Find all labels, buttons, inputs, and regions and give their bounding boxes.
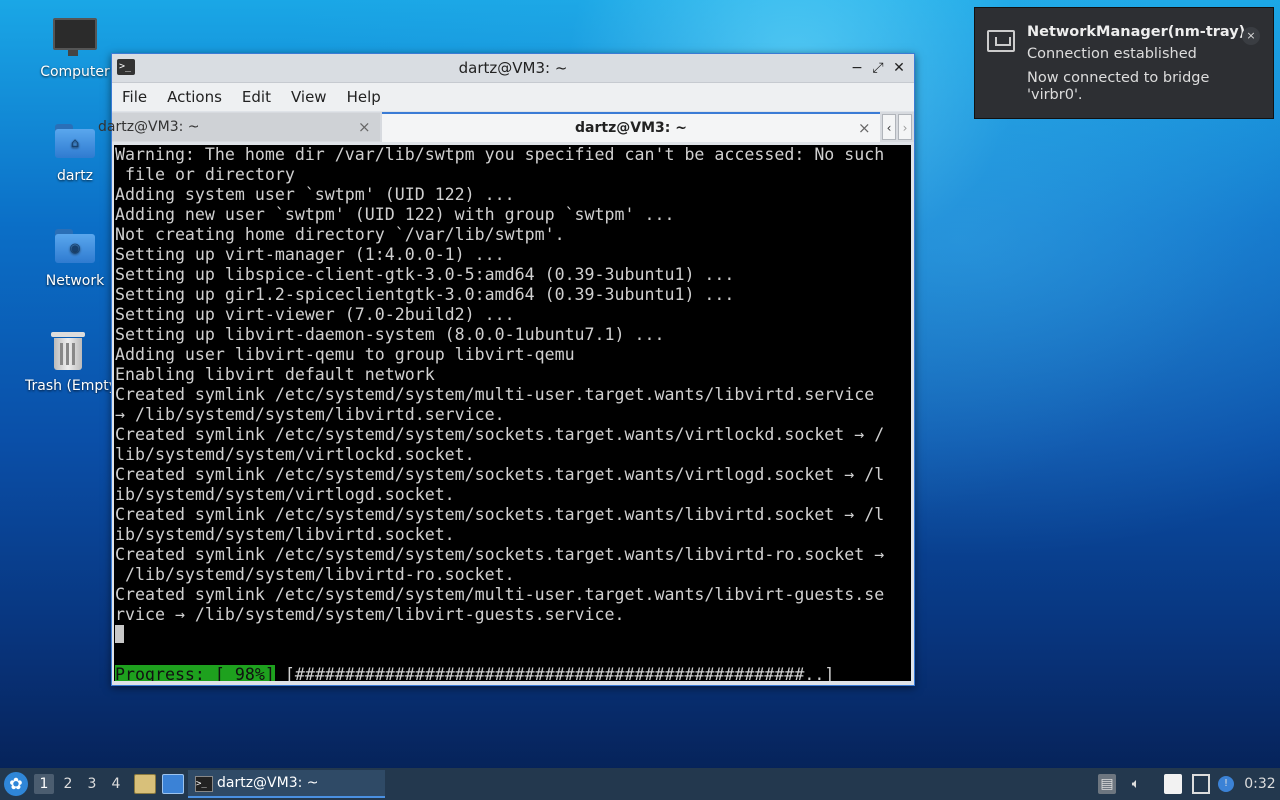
terminal-line: Adding system user `swtpm' (UID 122) ... <box>115 185 515 204</box>
notification-summary: Connection established <box>1027 46 1197 62</box>
terminal-line: ib/systemd/system/libvirtd.socket. <box>115 525 455 544</box>
taskbar: ✿ 1 2 3 4 >_ dartz@VM3: ~ ▤ 🔈︎ ! 0:32 <box>0 768 1280 800</box>
menu-file[interactable]: File <box>112 83 157 111</box>
workspace-1[interactable]: 1 <box>34 774 54 794</box>
tab-label: dartz@VM3: ~ <box>98 119 200 135</box>
terminal-cursor-line <box>114 625 911 645</box>
notification-popup[interactable]: NetworkManager(nm-tray) Connection estab… <box>974 7 1274 119</box>
terminal-line: Setting up virt-manager (1:4.0.0-1) ... <box>115 245 505 264</box>
window-titlebar[interactable]: >_ dartz@VM3: ~ − ⤢ ✕ <box>112 54 914 83</box>
home-folder-icon: ⌂ <box>55 124 95 158</box>
network-folder-icon: ◉ <box>55 229 95 263</box>
progress-line: Progress: [ 98%] [######################… <box>114 665 911 681</box>
terminal-line: Enabling libvirt default network <box>115 365 435 384</box>
terminal-line: Created symlink /etc/systemd/system/sock… <box>115 425 885 444</box>
clipboard-icon[interactable] <box>1164 774 1182 794</box>
terminal-line: Setting up libvirt-daemon-system (8.0.0-… <box>115 325 665 344</box>
terminal-line: file or directory <box>115 165 295 184</box>
terminal-icon: >_ <box>195 776 213 792</box>
package-update-icon[interactable]: ▤ <box>1098 774 1116 794</box>
terminal-line: Not creating home directory `/var/lib/sw… <box>115 225 565 244</box>
terminal-line: Created symlink /etc/systemd/system/sock… <box>115 465 885 484</box>
volume-icon[interactable]: 🔈︎ <box>1126 774 1146 794</box>
terminal-window: >_ dartz@VM3: ~ − ⤢ ✕ File Actions Edit Vie… <box>98 53 915 686</box>
terminal-line: Created symlink /etc/systemd/system/sock… <box>115 505 885 524</box>
notification-message: Now connected to bridge 'virbr0'. <box>1027 70 1210 103</box>
menu-bar: File Actions Edit View Help <box>112 83 914 111</box>
network-icon[interactable] <box>1192 774 1210 794</box>
taskbar-item-terminal[interactable]: >_ dartz@VM3: ~ <box>188 770 385 798</box>
show-desktop-icon[interactable] <box>162 774 184 794</box>
minimize-button[interactable]: − <box>847 58 867 78</box>
terminal-output[interactable]: Warning: The home dir /var/lib/swtpm you… <box>114 145 911 681</box>
terminal-line: Setting up virt-viewer (7.0-2build2) ... <box>115 305 515 324</box>
terminal-line: Setting up gir1.2-spiceclientgtk-3.0:amd… <box>115 285 735 304</box>
computer-icon <box>53 18 97 56</box>
trash-icon <box>51 330 85 370</box>
start-menu-icon[interactable]: ✿ <box>4 772 28 796</box>
terminal-line: /lib/systemd/system/libvirtd-ro.socket. <box>115 565 515 584</box>
tab-label: dartz@VM3: ~ <box>575 120 687 136</box>
notification-close-icon[interactable]: × <box>1242 27 1260 45</box>
workspace-4[interactable]: 4 <box>106 774 126 794</box>
progress-line <box>114 645 911 665</box>
terminal-line: Warning: The home dir /var/lib/swtpm you… <box>115 145 885 164</box>
terminal-line: Setting up libspice-client-gtk-3.0-5:amd… <box>115 265 735 284</box>
menu-help[interactable]: Help <box>337 83 391 111</box>
terminal-line: ib/systemd/system/virtlogd.socket. <box>115 485 455 504</box>
desktop-icon-label: Trash (Empty) <box>25 378 111 394</box>
network-wired-icon <box>987 30 1015 52</box>
desktop-icon-computer[interactable]: Computer <box>25 18 125 80</box>
desktop-icon-label: Computer <box>40 64 110 80</box>
terminal-line: lib/systemd/system/virtlockd.socket. <box>115 445 475 464</box>
cursor <box>115 625 124 643</box>
window-title: dartz@VM3: ~ <box>458 59 568 77</box>
desktop-icon-trash[interactable]: Trash (Empty) <box>25 330 111 394</box>
terminal-line: rvice → /lib/systemd/system/libvirt-gues… <box>115 605 625 624</box>
desktop-icon-label: Network <box>45 273 105 289</box>
terminal-line: Adding new user `swtpm' (UID 122) with g… <box>115 205 675 224</box>
terminal-line: Created symlink /etc/systemd/system/mult… <box>115 585 885 604</box>
menu-view[interactable]: View <box>281 83 337 111</box>
tab-scroll-right-icon[interactable]: › <box>898 114 912 140</box>
terminal-line: → /lib/systemd/system/libvirtd.service. <box>115 405 505 424</box>
menu-edit[interactable]: Edit <box>232 83 281 111</box>
notifications-icon[interactable]: ! <box>1218 776 1234 792</box>
close-button[interactable]: ✕ <box>889 58 909 78</box>
maximize-button[interactable]: ⤢ <box>868 58 888 78</box>
progress-label: Progress: [ 98%] <box>115 665 275 681</box>
tab-inactive[interactable]: dartz@VM3: ~ × <box>98 113 380 141</box>
menu-actions[interactable]: Actions <box>157 83 232 111</box>
tab-scroll-left-icon[interactable]: ‹ <box>882 114 896 140</box>
notification-title: NetworkManager(nm-tray) <box>1027 24 1246 40</box>
terminal-line: Adding user libvirt-qemu to group libvir… <box>115 345 575 364</box>
tab-active[interactable]: dartz@VM3: ~ × <box>382 112 880 142</box>
clock[interactable]: 0:32 <box>1242 774 1278 794</box>
file-manager-icon[interactable] <box>134 774 156 794</box>
workspace-3[interactable]: 3 <box>82 774 102 794</box>
terminal-line: Created symlink /etc/systemd/system/mult… <box>115 385 875 404</box>
tab-bar: dartz@VM3: ~ × dartz@VM3: ~ × ‹ › <box>98 112 914 142</box>
tab-close-icon[interactable]: × <box>858 114 871 142</box>
taskbar-item-label: dartz@VM3: ~ <box>217 775 319 791</box>
progress-bar: [#######################################… <box>274 665 835 681</box>
terminal-text: Warning: The home dir /var/lib/swtpm you… <box>114 145 911 625</box>
desktop-icon-network[interactable]: ◉ Network <box>25 229 125 289</box>
terminal-line: Created symlink /etc/systemd/system/sock… <box>115 545 885 564</box>
desktop-icon-label: dartz <box>56 168 94 184</box>
tab-close-icon[interactable]: × <box>358 113 371 141</box>
workspace-2[interactable]: 2 <box>58 774 78 794</box>
